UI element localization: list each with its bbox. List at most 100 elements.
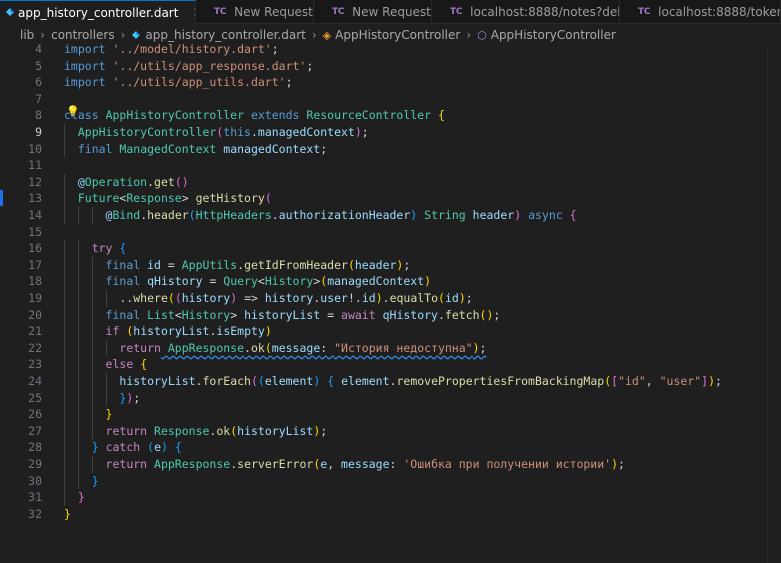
breadcrumb-lib[interactable]: lib xyxy=(20,28,34,42)
editor-scrollbar[interactable] xyxy=(767,46,781,563)
code-line[interactable]: 19 ..where((history) => history.user!.id… xyxy=(0,290,781,307)
code-token: ( xyxy=(188,208,196,222)
code-line[interactable]: 8 class AppHistoryController extends Reso… xyxy=(0,104,781,124)
chevron-right-icon: › xyxy=(466,28,472,42)
code-token: ( xyxy=(174,291,182,305)
code-token: } xyxy=(105,407,113,422)
tab-label: New Request xyxy=(234,5,313,19)
lightbulb-icon[interactable]: 💡 xyxy=(66,104,80,121)
code-line[interactable]: 4 import '../model/history.dart'; xyxy=(0,41,781,58)
code-text: else { xyxy=(64,356,148,373)
indent-guide xyxy=(64,339,65,357)
tab-app-history-controller[interactable]: app_history_controller.dart × xyxy=(0,0,196,24)
code-line[interactable]: 24 historyList.forEach((element) { eleme… xyxy=(0,373,781,390)
code-token: ; xyxy=(306,58,314,73)
code-token: id xyxy=(361,291,376,305)
code-line[interactable]: 14 @Bind.header(HttpHeaders.authorizatio… xyxy=(0,207,781,224)
line-number: 12 xyxy=(28,174,42,189)
code-line[interactable]: 31 } xyxy=(0,489,781,506)
code-line[interactable]: 20 final List<History> historyList = awa… xyxy=(0,306,781,324)
tab-notes-delete[interactable]: TC localhost:8888/notes?dele... xyxy=(432,0,620,24)
indent-guide xyxy=(64,389,65,407)
code-text: import '../model/history.dart'; xyxy=(64,41,279,58)
line-number: 31 xyxy=(28,490,42,505)
line-number: 28 xyxy=(28,440,42,455)
code-token: ; xyxy=(133,390,141,405)
breadcrumb-class[interactable]: AppHistoryController xyxy=(335,28,460,42)
code-token: '../utils/app_response.dart' xyxy=(112,58,307,73)
code-text: } xyxy=(64,473,99,490)
indent-guide xyxy=(64,472,65,490)
code-token: authorizationHeader xyxy=(278,208,411,222)
code-token: managedContext xyxy=(223,141,321,156)
code-line[interactable]: 5 import '../utils/app_response.dart'; xyxy=(0,58,781,75)
code-line[interactable]: 9 AppHistoryController(this.managedConte… xyxy=(0,124,781,141)
indent-guide xyxy=(77,422,79,440)
code-line[interactable]: 12 @Operation.get() xyxy=(0,173,781,191)
indent-guide xyxy=(77,389,79,407)
code-line[interactable]: 25 }); xyxy=(0,389,781,407)
code-line[interactable]: 15 xyxy=(0,224,781,241)
code-token: < xyxy=(174,307,182,322)
indent-guide xyxy=(77,456,79,473)
code-line[interactable]: 21 if (historyList.isEmpty) xyxy=(0,323,781,340)
code-line[interactable]: 13 Future<Response> getHistory( xyxy=(0,190,781,207)
code-token: .. xyxy=(64,291,134,305)
code-line[interactable]: 28 } catch (e) { xyxy=(0,439,781,456)
code-token: serverError xyxy=(237,457,314,471)
code-line[interactable]: 7 xyxy=(0,91,781,108)
indent-guide xyxy=(64,140,65,158)
breadcrumb-constructor[interactable]: AppHistoryController xyxy=(491,28,616,42)
breadcrumb-controllers[interactable]: controllers xyxy=(51,28,115,42)
code-token: '../model/history.dart' xyxy=(112,42,272,56)
code-token: fetch xyxy=(444,307,480,322)
code-text: import '../utils/app_response.dart'; xyxy=(64,58,313,75)
code-line[interactable]: 17 final id = AppUtils.getIdFromHeader(h… xyxy=(0,256,781,274)
code-token: ( xyxy=(257,374,265,388)
indent-guide xyxy=(91,256,93,274)
breadcrumb-file[interactable]: app_history_controller.dart xyxy=(145,28,305,42)
code-line[interactable]: 29 return AppResponse.serverError(e, mes… xyxy=(0,456,781,473)
code-text: @Bind.header(HttpHeaders.authorizationHe… xyxy=(64,207,577,224)
code-text: } xyxy=(64,406,113,423)
indent-guide xyxy=(64,323,65,340)
chevron-right-icon: › xyxy=(120,28,126,42)
code-line[interactable]: 11 xyxy=(0,157,781,174)
code-line[interactable]: 18 final qHistory = Query<History>(manag… xyxy=(0,273,781,290)
code-token: ; xyxy=(618,457,625,471)
code-token: ; xyxy=(320,141,328,156)
code-editor[interactable]: 4 import '../model/history.dart'; 5 import … xyxy=(0,42,781,563)
line-number: 8 xyxy=(35,108,42,123)
code-token: id xyxy=(444,291,459,305)
line-number: 17 xyxy=(28,257,42,272)
code-line[interactable]: 6 import '../utils/app_utils.dart'; xyxy=(0,74,781,91)
code-token: : xyxy=(389,457,404,471)
code-token: ( xyxy=(347,257,355,272)
indent-guide xyxy=(64,356,65,373)
tab-new-request-2[interactable]: TC New Request xyxy=(314,0,432,24)
line-number: 25 xyxy=(28,390,42,405)
code-line[interactable]: 27 return Response.ok(historyList); xyxy=(0,422,781,440)
indent-guide xyxy=(91,422,93,440)
thunder-client-icon: TC xyxy=(638,7,651,17)
code-token: @ xyxy=(77,174,85,189)
tab-token[interactable]: TC localhost:8888/token xyxy=(620,0,781,24)
code-token: return xyxy=(105,423,148,438)
tab-new-request-1[interactable]: TC New Request xyxy=(196,0,314,24)
code-line[interactable]: 10 final ManagedContext managedContext; xyxy=(0,140,781,158)
code-line[interactable]: 23 else { xyxy=(0,356,781,373)
code-token: ; xyxy=(479,340,487,355)
code-line[interactable]: 16 try { xyxy=(0,240,781,257)
code-token: () xyxy=(479,307,494,322)
code-token: qHistory xyxy=(382,307,438,322)
code-line[interactable]: 30 } xyxy=(0,472,781,490)
code-line[interactable]: 22 return AppResponse.ok(message: "Истор… xyxy=(0,339,781,357)
code-line[interactable]: 32} xyxy=(0,506,781,523)
code-line[interactable]: 26 } xyxy=(0,406,781,423)
code-token: getHistory xyxy=(195,191,265,206)
change-marker xyxy=(0,190,3,207)
